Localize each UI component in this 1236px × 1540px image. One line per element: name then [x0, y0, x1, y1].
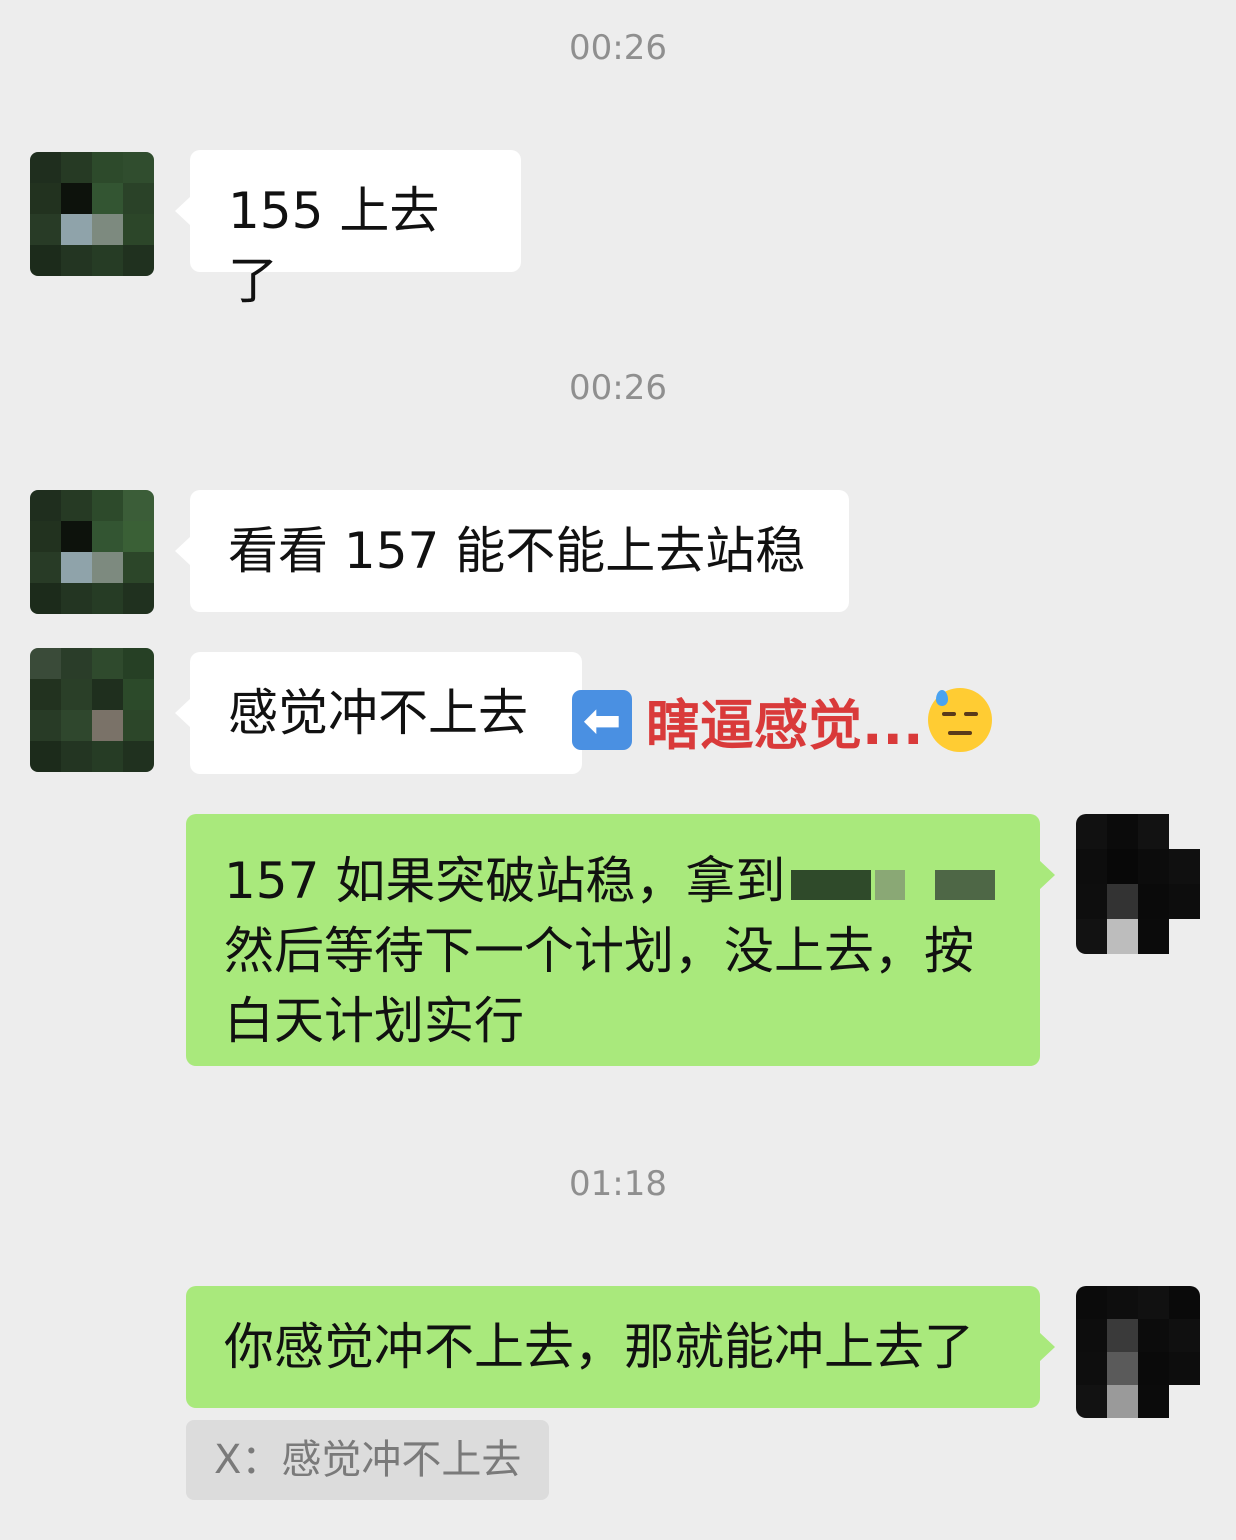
message-bubble[interactable]: 157 如果突破站稳，拿到 然后等待下一个计划，没上去，按 白天计划实行 — [186, 814, 1055, 1066]
quoted-message[interactable]: X：感觉冲不上去 — [186, 1420, 550, 1500]
left-arrow-icon: ⬅ — [572, 690, 632, 750]
message-text: 你感觉冲不上去，那就能冲上去了 — [224, 1318, 974, 1376]
message-bubble[interactable]: 155 上去了 — [175, 150, 521, 310]
avatar-self[interactable] — [1076, 814, 1200, 954]
avatar-contact[interactable] — [30, 648, 154, 772]
message-bubble[interactable]: 你感觉冲不上去，那就能冲上去了 — [186, 1286, 1055, 1408]
message-text: 155 上去了 — [228, 182, 440, 310]
message-line: 157 如果突破站稳，拿到 — [224, 852, 786, 910]
message-text: 157 如果突破站稳，拿到 然后等待下一个计划，没上去，按 白天计划实行 — [224, 846, 1002, 1056]
downcast-sweat-face-icon — [927, 688, 992, 752]
timestamp: 00:26 — [569, 368, 667, 408]
quoted-text: X：感觉冲不上去 — [214, 1437, 522, 1483]
message-line: 白天计划实行 — [224, 992, 524, 1050]
avatar-contact[interactable] — [30, 152, 154, 276]
redacted-text — [791, 869, 872, 900]
message-line: 然后等待下一个计划，没上去，按 — [224, 922, 974, 980]
redacted-text — [935, 869, 996, 900]
annotation-text: 瞎逼感觉... — [646, 693, 924, 757]
red-annotation: ⬅ 瞎逼感觉... — [572, 684, 992, 757]
timestamp: 01:18 — [569, 1164, 667, 1204]
avatar-self[interactable] — [1076, 1286, 1200, 1418]
timestamp: 00:26 — [569, 28, 667, 68]
redacted-text — [875, 869, 906, 900]
message-bubble[interactable]: 感觉冲不上去 — [175, 652, 582, 774]
message-text: 看看 157 能不能上去站稳 — [228, 522, 806, 580]
message-bubble[interactable]: 看看 157 能不能上去站稳 — [175, 490, 849, 612]
message-text: 感觉冲不上去 — [228, 684, 528, 742]
avatar-contact[interactable] — [30, 490, 154, 614]
